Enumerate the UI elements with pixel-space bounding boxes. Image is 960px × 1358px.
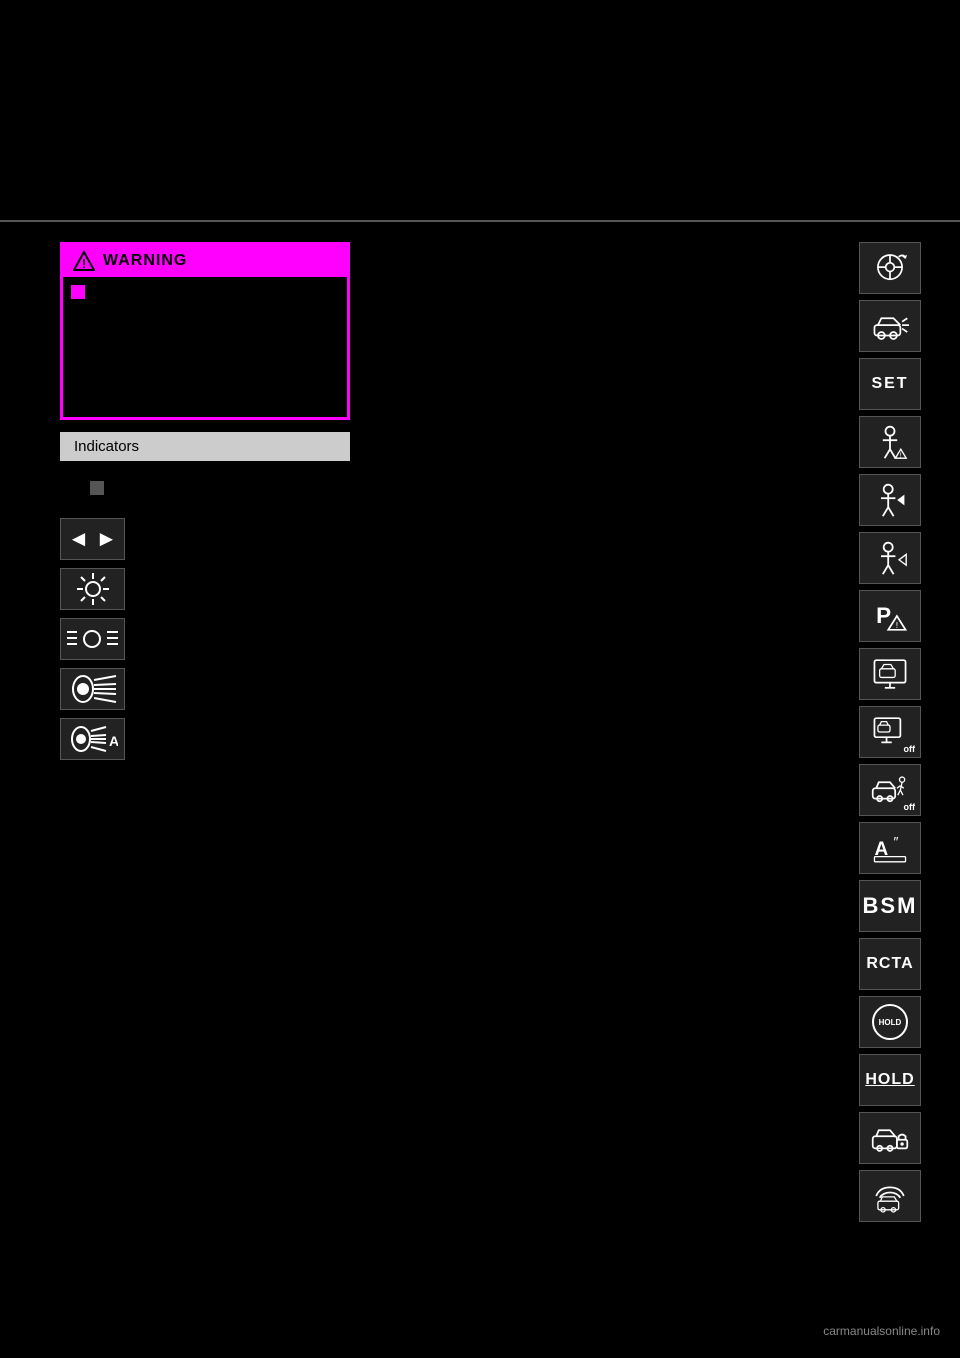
svg-text:!: ! [82,256,86,271]
indicators-label: Indicators [74,438,139,455]
left-content: ! WARNING Indicators ◄ ► [30,242,850,1222]
section-bullet [90,481,104,495]
turn-signal-icon: ◄ ► [60,518,125,560]
set-label: SET [871,375,908,393]
svg-text:!: ! [900,450,902,459]
indicators-bar: Indicators [60,432,350,461]
hold-circle-label: HOLD [879,1018,902,1027]
sidebar-icon-parking: P ! [859,590,921,642]
hold-circle-icon: HOLD [872,1004,908,1040]
sidebar-icon-flag-1: ! [859,416,921,468]
warning-triangle-icon: ! [73,250,95,272]
warning-title: WARNING [103,252,187,270]
hold-text-label: HOLD [865,1071,914,1089]
off-label-monitor: off [904,744,916,754]
drl-icon [60,618,125,660]
right-sidebar: SET ! [850,242,930,1222]
sidebar-icon-monitor [859,648,921,700]
svg-text:″: ″ [893,833,898,849]
warning-box: ! WARNING [60,242,350,420]
svg-text:!: ! [896,620,898,630]
svg-text:A: A [109,733,118,749]
top-area [0,0,960,220]
sidebar-icon-wireless-car [859,1170,921,1222]
auto-headlight-icon: A [60,718,125,760]
sidebar-icon-car-lock [859,1112,921,1164]
sidebar-icon-bsm: BSM [859,880,921,932]
sidebar-icon-flag-2 [859,474,921,526]
svg-text:P: P [876,603,891,628]
watermark-text: carmanualsonline.info [823,1324,940,1338]
main-content: ! WARNING Indicators ◄ ► [0,222,960,1242]
sidebar-icon-car-off: off [859,764,921,816]
indicator-icons: ◄ ► [60,518,830,760]
page-container: ! WARNING Indicators ◄ ► [0,0,960,1358]
warning-bullet [71,285,85,299]
off-label-car: off [904,802,916,812]
sidebar-icon-hold-text: HOLD [859,1054,921,1106]
sidebar-icon-rcta: RCTA [859,938,921,990]
bsm-label: BSM [863,893,918,919]
high-beam-icon [60,668,125,710]
warning-body [63,277,347,417]
sidebar-icon-car-rotate [859,242,921,294]
sidebar-icon-car-collision [859,300,921,352]
sidebar-icon-set: SET [859,358,921,410]
sidebar-icon-flag-3 [859,532,921,584]
sidebar-icon-hold-circle: HOLD [859,996,921,1048]
warning-header: ! WARNING [63,245,347,277]
sun-brightness-icon [60,568,125,610]
sidebar-icon-auto-hold: A ″ [859,822,921,874]
rcta-label: RCTA [866,955,913,973]
sidebar-icon-monitor-off: off [859,706,921,758]
watermark-area: carmanualsonline.info [823,1324,940,1338]
